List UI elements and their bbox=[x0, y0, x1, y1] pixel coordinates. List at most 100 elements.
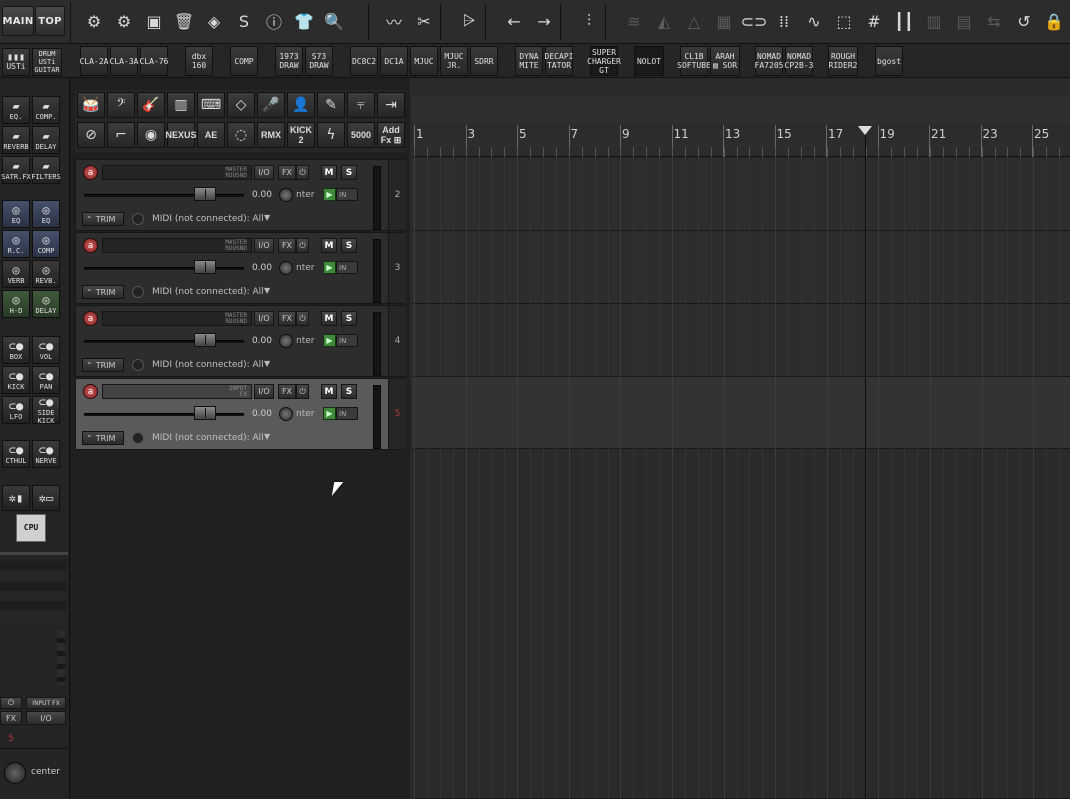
stutter-icon[interactable]: ⌐ bbox=[107, 122, 135, 148]
io-button[interactable]: I/O bbox=[254, 384, 274, 399]
trim-button[interactable]: ⌃ TRIM bbox=[82, 212, 124, 226]
fx-button[interactable]: FX bbox=[278, 165, 296, 180]
pan-knob[interactable] bbox=[279, 334, 293, 348]
pan-knob[interactable] bbox=[279, 407, 293, 421]
master-io-button[interactable]: I/O bbox=[26, 711, 66, 725]
rail-button[interactable]: ▰ EQ. bbox=[2, 96, 30, 124]
rail-button[interactable]: ◎ REVB. bbox=[32, 260, 60, 288]
envelope-icon[interactable]: ∿ bbox=[800, 7, 828, 35]
input-select[interactable]: IN bbox=[336, 407, 358, 420]
trim-icon[interactable]: ◭ bbox=[650, 7, 678, 35]
plugin-button[interactable]: DECAPI TATOR bbox=[545, 46, 573, 76]
master-input-fx[interactable]: INPUT FX bbox=[26, 697, 66, 709]
main-toolbar-button[interactable]: MAIN bbox=[2, 6, 34, 36]
track-lane[interactable] bbox=[412, 231, 1070, 304]
trim-button[interactable]: ⌃ TRIM bbox=[82, 431, 124, 445]
fx-button[interactable]: FX bbox=[278, 384, 296, 399]
track-lane[interactable] bbox=[412, 158, 1070, 231]
routing-icon[interactable]: ⇆ bbox=[980, 7, 1008, 35]
chevron-down-icon[interactable]: ▼ bbox=[264, 286, 270, 295]
plugin-button[interactable]: DC1A bbox=[380, 46, 408, 76]
plugin-button[interactable]: SUPER CHARGER GT bbox=[587, 46, 621, 76]
master-power-icon[interactable]: ⏻ bbox=[0, 697, 22, 709]
rail-button[interactable]: ▰ SATR.FX bbox=[1, 156, 31, 184]
chevron-down-icon[interactable]: ▼ bbox=[264, 432, 270, 441]
input-monitor-icon[interactable]: ▶ bbox=[323, 188, 336, 201]
metronome-icon[interactable]: △ bbox=[680, 7, 708, 35]
plugin-button[interactable]: MJUC JR. bbox=[440, 46, 468, 76]
mute-button[interactable]: M bbox=[321, 165, 337, 180]
filter-icon[interactable]: ⩥ bbox=[455, 7, 483, 35]
top-toolbar-button[interactable]: TOP bbox=[35, 6, 65, 36]
plugin-button[interactable]: ARAH ▧ SOR bbox=[710, 46, 740, 76]
save-icon[interactable]: ▣ bbox=[140, 7, 168, 35]
chevron-down-icon[interactable]: ▼ bbox=[264, 359, 270, 368]
plugin-button[interactable]: NOLOT bbox=[634, 46, 664, 76]
piano-icon[interactable]: ▥ bbox=[167, 92, 195, 118]
volume-fader[interactable] bbox=[84, 340, 244, 343]
selection-icon[interactable]: ⬚ bbox=[830, 7, 858, 35]
record-arm-button[interactable]: a bbox=[83, 311, 98, 326]
midi-input-label[interactable]: MIDI (not connected): All bbox=[152, 360, 264, 370]
fx-bypass-icon[interactable]: ⏻ bbox=[296, 384, 309, 399]
arrow-right-icon[interactable]: ⇥ bbox=[377, 92, 405, 118]
lock-icon[interactable]: 🔒 bbox=[1040, 7, 1068, 35]
plugin-button[interactable]: CLA-76 bbox=[140, 46, 168, 76]
fx-button[interactable]: FX bbox=[278, 238, 296, 253]
vocalist-icon[interactable]: 👤 bbox=[287, 92, 315, 118]
rail-button[interactable]: ⊂● NERVE bbox=[32, 440, 60, 468]
pan-knob[interactable] bbox=[279, 188, 293, 202]
cpu-chip-icon[interactable]: CPU bbox=[16, 514, 46, 542]
volume-fader[interactable] bbox=[84, 267, 244, 270]
input-monitor-icon[interactable]: ▶ bbox=[323, 407, 336, 420]
solo-button[interactable]: S bbox=[341, 165, 357, 180]
rail-button[interactable]: ◎ R.C. bbox=[2, 230, 30, 258]
mic-icon[interactable]: 🎤 bbox=[257, 92, 285, 118]
mute-button[interactable]: M bbox=[321, 384, 337, 399]
item-props-icon[interactable]: ▥ bbox=[920, 7, 948, 35]
grid-dots-icon[interactable]: ⁞⁞ bbox=[770, 7, 798, 35]
track-lane[interactable] bbox=[412, 304, 1070, 377]
fx-chain-icon-1[interactable]: ✲▮ bbox=[2, 485, 30, 511]
plugin-button[interactable]: DYNA MITE bbox=[515, 46, 543, 76]
master-fx-button[interactable]: FX bbox=[0, 711, 22, 725]
volume-fader-handle[interactable] bbox=[194, 333, 216, 347]
fx-shortcut-button[interactable]: RMX bbox=[257, 122, 285, 148]
fx-shortcut-button[interactable]: KICK 2 bbox=[287, 122, 315, 148]
drums-icon[interactable]: 🥁 bbox=[77, 92, 105, 118]
plugin-button[interactable]: bgost bbox=[875, 46, 903, 76]
fx-shortcut-button[interactable]: NEXUS bbox=[166, 122, 197, 148]
volume-fader[interactable] bbox=[84, 413, 244, 416]
rail-button[interactable]: ⊂● PAN bbox=[32, 366, 60, 394]
plugin-button[interactable]: DC8C2 bbox=[350, 46, 378, 76]
plugin-button[interactable]: ROUGH RIDER2 bbox=[828, 46, 858, 76]
record-arm-button[interactable]: a bbox=[83, 165, 98, 180]
rail-button[interactable]: ◎ H-D bbox=[2, 290, 30, 318]
input-select[interactable]: IN bbox=[336, 261, 358, 274]
wave-icon[interactable]: ◌ bbox=[227, 122, 255, 148]
track-header[interactable]: a INPUT FX I/O FX ⏻ M S 0.00 nter ▶ IN ⌃ TRIM MIDI (n… bbox=[75, 378, 406, 450]
tempo-icon[interactable]: ⊘ bbox=[77, 122, 105, 148]
synth-icon[interactable]: ◇ bbox=[227, 92, 255, 118]
track-name-field[interactable]: INPUT FX bbox=[102, 384, 252, 399]
zoom-icon[interactable]: 🔍 bbox=[320, 7, 348, 35]
mute-button[interactable]: M bbox=[321, 311, 337, 326]
rail-button[interactable]: ⊂● VOL bbox=[32, 336, 60, 364]
record-arm-button[interactable]: a bbox=[83, 238, 98, 253]
waveform-icon[interactable]: 〰 bbox=[380, 7, 408, 35]
edit-cursor[interactable] bbox=[865, 125, 866, 799]
fx-bypass-icon[interactable]: ⏻ bbox=[296, 311, 309, 326]
track-name-field[interactable]: MASTER ROUSND bbox=[102, 165, 252, 180]
tshirt-icon[interactable]: 👕 bbox=[290, 7, 318, 35]
track-name-field[interactable]: MASTER ROUSND bbox=[102, 238, 252, 253]
rail-button[interactable]: ⊂● KICK bbox=[2, 366, 30, 394]
solo-button[interactable]: S bbox=[341, 384, 357, 399]
track-wiring-icon[interactable]: ▤ bbox=[950, 7, 978, 35]
snap-icon[interactable]: ┃┃ bbox=[890, 7, 918, 35]
rail-button[interactable]: ▰ REVERB bbox=[2, 126, 30, 154]
plugin-button[interactable]: 1973 DRAW bbox=[275, 46, 303, 76]
render-icon[interactable]: ◈ bbox=[200, 7, 228, 35]
split-items-icon[interactable]: ✂ bbox=[410, 7, 438, 35]
plugin-button[interactable]: MJUC bbox=[410, 46, 438, 76]
rail-button[interactable]: ◎ EQ bbox=[2, 200, 30, 228]
